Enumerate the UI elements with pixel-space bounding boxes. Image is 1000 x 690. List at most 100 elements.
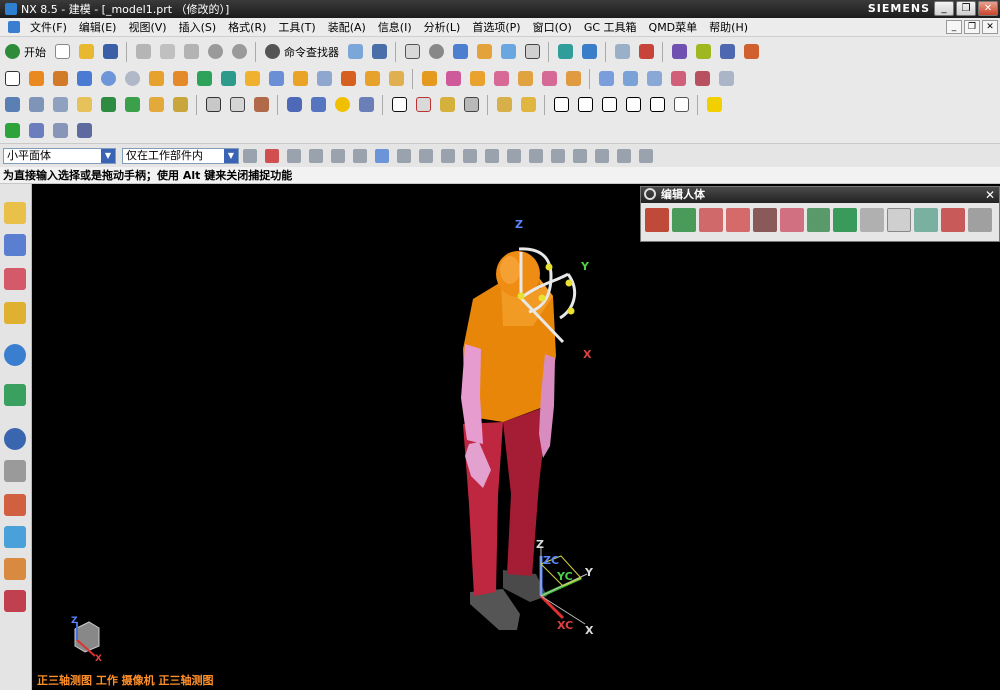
command-finder-icon[interactable]	[261, 41, 283, 63]
render-style-icon[interactable]	[449, 41, 471, 63]
manipulator-handle[interactable]	[565, 279, 573, 287]
pull-face-icon[interactable]	[25, 94, 47, 116]
ruler-icon[interactable]	[740, 41, 762, 63]
block-icon[interactable]	[73, 68, 95, 90]
bounded-plane-icon[interactable]	[667, 68, 689, 90]
wcs-icon[interactable]	[554, 41, 576, 63]
doc-minimize-button[interactable]: _	[946, 20, 962, 34]
process-studio-icon[interactable]	[4, 526, 26, 548]
part-navigator-icon[interactable]	[611, 41, 633, 63]
model-view[interactable]	[33, 184, 1000, 690]
group-face-icon[interactable]	[145, 94, 167, 116]
layer-icon[interactable]	[473, 41, 495, 63]
snap-curve-icon[interactable]	[287, 148, 301, 163]
panel-close-button[interactable]: ✕	[985, 187, 995, 203]
undo-icon[interactable]	[204, 41, 226, 63]
iso-icon[interactable]	[622, 94, 644, 116]
reuse-library-icon[interactable]	[4, 302, 26, 324]
manipulator-handle[interactable]	[567, 307, 575, 315]
copy-icon[interactable]	[156, 41, 178, 63]
menu-tools[interactable]: 工具(T)	[272, 19, 321, 35]
boss-icon[interactable]	[169, 68, 191, 90]
offset-curve-icon[interactable]	[250, 94, 272, 116]
open-folder-icon[interactable]	[75, 41, 97, 63]
through-curves-icon[interactable]	[619, 68, 641, 90]
part-navigator-icon[interactable]	[4, 268, 26, 290]
plot-icon[interactable]	[598, 94, 620, 116]
roles-icon[interactable]	[4, 558, 26, 580]
background-icon[interactable]	[521, 41, 543, 63]
menu-qmd[interactable]: QMD菜单	[643, 19, 704, 35]
start-icon[interactable]	[1, 41, 23, 63]
graphics-window[interactable]: Z Y X Z ZC YC Y XC X Z X 正三轴测图 工作 摄像机 正三…	[33, 184, 1000, 690]
intersect-icon[interactable]	[289, 68, 311, 90]
redo-icon[interactable]	[228, 41, 250, 63]
edge-blend-icon[interactable]	[337, 68, 359, 90]
new-file-icon[interactable]	[51, 41, 73, 63]
revolve-icon[interactable]	[49, 68, 71, 90]
vision-icon[interactable]	[941, 208, 966, 232]
replace-face-icon[interactable]	[73, 94, 95, 116]
menu-window[interactable]: 窗口(O)	[527, 19, 578, 35]
human-rotate-icon[interactable]	[806, 208, 831, 232]
pipe-icon[interactable]	[307, 94, 329, 116]
check-icon[interactable]	[1, 120, 23, 142]
type-filter-select[interactable]: 小平面体 ▼	[3, 147, 116, 164]
menu-edit[interactable]: 编辑(E)	[73, 19, 123, 35]
scale-icon[interactable]	[538, 68, 560, 90]
trim-body-icon[interactable]	[313, 68, 335, 90]
menu-preferences[interactable]: 首选项(P)	[466, 19, 526, 35]
chevron-down-icon[interactable]: ▼	[224, 148, 238, 163]
shell-icon[interactable]	[385, 68, 407, 90]
human-walk-icon[interactable]	[833, 208, 858, 232]
hand-icon[interactable]	[860, 208, 885, 232]
tube-icon[interactable]	[283, 94, 305, 116]
menu-assembly[interactable]: 装配(A)	[322, 19, 372, 35]
pattern-icon[interactable]	[466, 68, 488, 90]
menu-file[interactable]: 文件(F)	[24, 19, 73, 35]
command-finder-button[interactable]: 命令查找器	[284, 44, 339, 60]
subtract-icon[interactable]	[265, 68, 287, 90]
cut-icon[interactable]	[132, 41, 154, 63]
graph-icon[interactable]	[73, 120, 95, 142]
studio-surface-icon[interactable]	[715, 68, 737, 90]
thicken-icon[interactable]	[514, 68, 536, 90]
snap-line-icon[interactable]	[441, 148, 455, 163]
start-button[interactable]: 开始	[24, 44, 46, 60]
hole-icon[interactable]	[145, 68, 167, 90]
manipulator-handle[interactable]	[538, 294, 546, 302]
close-button[interactable]: ✕	[978, 1, 998, 16]
selection-scope-select[interactable]: 仅在工作部件内 ▼	[122, 147, 239, 164]
list-icon[interactable]	[4, 460, 26, 482]
create-human-icon[interactable]	[645, 208, 669, 232]
fastener-icon[interactable]	[517, 94, 539, 116]
constrain-face-icon[interactable]	[169, 94, 191, 116]
people-icon[interactable]	[25, 120, 47, 142]
shading-icon[interactable]	[425, 41, 447, 63]
rectangle-select-icon[interactable]	[331, 148, 345, 163]
point-icon[interactable]	[217, 68, 239, 90]
human-analysis-icon[interactable]	[968, 208, 992, 232]
menu-gc-toolbox[interactable]: GC 工具箱	[578, 19, 643, 35]
snap-perpendicular-icon[interactable]	[507, 148, 521, 163]
cycle-icon[interactable]	[670, 94, 692, 116]
offset-region-icon[interactable]	[49, 94, 71, 116]
triangle-icon[interactable]	[388, 94, 410, 116]
face-select-icon[interactable]	[353, 148, 367, 163]
snap-on-curve-icon[interactable]	[595, 148, 609, 163]
history-icon[interactable]	[4, 384, 26, 406]
offset-face-icon[interactable]	[442, 68, 464, 90]
selection-priority-icon[interactable]	[265, 148, 279, 163]
section-icon[interactable]	[578, 41, 600, 63]
drawing-icon[interactable]	[550, 94, 572, 116]
curve-icon[interactable]	[202, 94, 224, 116]
draft-icon[interactable]	[418, 68, 440, 90]
clock-icon[interactable]	[4, 428, 26, 450]
minimize-button[interactable]: _	[934, 1, 954, 16]
group-humans-icon[interactable]	[752, 208, 777, 232]
cylinder-icon[interactable]	[97, 68, 119, 90]
menu-analysis[interactable]: 分析(L)	[418, 19, 467, 35]
spring-icon[interactable]	[355, 94, 377, 116]
manipulator-handle[interactable]	[517, 292, 525, 300]
hand-posture-icon[interactable]	[779, 208, 804, 232]
